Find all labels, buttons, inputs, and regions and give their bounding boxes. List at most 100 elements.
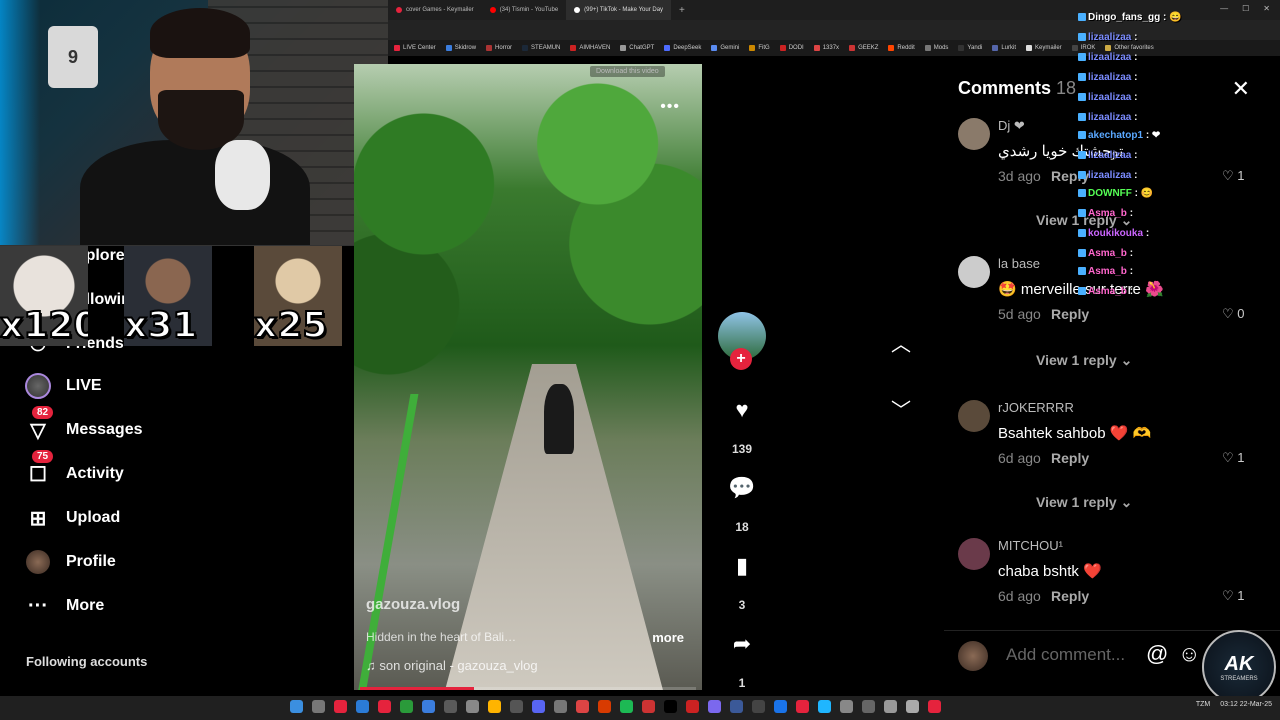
- bookmark-item[interactable]: DeepSeek: [664, 45, 701, 51]
- taskbar-app-icon[interactable]: [906, 700, 919, 713]
- bookmark-item[interactable]: GEEKZ: [849, 45, 878, 51]
- video-sound[interactable]: ♫ son original - gazouza_vlog: [366, 658, 538, 673]
- tray-clock[interactable]: 03:12 22-Mar-25: [1220, 701, 1272, 708]
- comment-reply-button[interactable]: Reply: [1051, 306, 1089, 322]
- bookmark-item[interactable]: AIMHAVEN: [570, 45, 610, 51]
- taskbar-app-icon[interactable]: [444, 700, 457, 713]
- bookmark-item[interactable]: 1337x: [813, 45, 839, 51]
- taskbar-app-icon[interactable]: [312, 700, 325, 713]
- maximize-icon[interactable]: ☐: [1242, 4, 1249, 13]
- browser-tab-active[interactable]: (99+) TikTok - Make Your Day: [566, 0, 672, 20]
- comment-author[interactable]: rJOKERRRR: [998, 400, 1074, 415]
- caption-more-button[interactable]: more: [652, 630, 684, 645]
- taskbar-app-icon[interactable]: [840, 700, 853, 713]
- taskbar-app-icon[interactable]: [466, 700, 479, 713]
- comment-reply-button[interactable]: Reply: [1051, 588, 1089, 604]
- bookmark-item[interactable]: LIVE Center: [394, 45, 436, 51]
- video-options-icon[interactable]: •••: [660, 98, 680, 116]
- comment-author[interactable]: MITCHOU¹: [998, 538, 1063, 553]
- taskbar-app-icon[interactable]: [510, 700, 523, 713]
- bookmark-item[interactable]: Lurkit: [992, 45, 1016, 51]
- taskbar-app-icon[interactable]: [818, 700, 831, 713]
- taskbar-app-icon[interactable]: [576, 700, 589, 713]
- bookmark-item[interactable]: Reddit: [888, 45, 915, 51]
- video-player[interactable]: Download this video ••• gazouza.vlog Hid…: [354, 64, 702, 690]
- bookmark-item[interactable]: Horror: [486, 45, 512, 51]
- view-replies-button[interactable]: View 1 reply ⌄: [1036, 352, 1132, 369]
- video-progress-fill: [360, 687, 475, 690]
- taskbar-app-icon[interactable]: [554, 700, 567, 713]
- taskbar-app-icon[interactable]: [884, 700, 897, 713]
- nav-profile[interactable]: Profile: [24, 548, 116, 576]
- bookmark-item[interactable]: ChatGPT: [620, 45, 654, 51]
- chat-text: :: [1134, 170, 1138, 181]
- share-icon[interactable]: ➦: [728, 630, 756, 658]
- comment-author[interactable]: la base: [998, 256, 1040, 271]
- taskbar-app-icon[interactable]: [598, 700, 611, 713]
- comment-avatar[interactable]: [958, 118, 990, 150]
- minimize-icon[interactable]: —: [1220, 4, 1228, 13]
- taskbar-app-icon[interactable]: [290, 700, 303, 713]
- taskbar-app-icon[interactable]: [334, 700, 347, 713]
- taskbar-app-icon[interactable]: [752, 700, 765, 713]
- taskbar-app-icon[interactable]: [532, 700, 545, 713]
- download-video-badge[interactable]: Download this video: [590, 66, 665, 77]
- bookmark-icon[interactable]: ▮: [728, 552, 756, 580]
- comment-like-button[interactable]: ♡ 1: [1222, 450, 1245, 466]
- bookmark-item[interactable]: Gemini: [711, 45, 739, 51]
- taskbar-app-icon[interactable]: [796, 700, 809, 713]
- tray-language[interactable]: TZM: [1196, 701, 1210, 708]
- nav-upload[interactable]: ⊞ Upload: [24, 504, 121, 532]
- next-video-icon[interactable]: ﹀: [886, 396, 916, 422]
- close-window-icon[interactable]: ✕: [1263, 4, 1270, 13]
- taskbar-app-icon[interactable]: [664, 700, 677, 713]
- taskbar-app-icon[interactable]: [400, 700, 413, 713]
- close-comments-icon[interactable]: ✕: [1232, 76, 1250, 102]
- nav-more[interactable]: ··· More: [24, 592, 104, 620]
- comment-author[interactable]: Dj ❤: [998, 118, 1025, 134]
- bookmark-item[interactable]: Mods: [924, 45, 948, 51]
- new-tab-button[interactable]: +: [671, 5, 693, 16]
- comment-reply-button[interactable]: Reply: [1051, 450, 1089, 466]
- follow-plus-icon[interactable]: +: [730, 348, 752, 370]
- video-username[interactable]: gazouza.vlog: [366, 596, 460, 613]
- comment-avatar[interactable]: [958, 400, 990, 432]
- previous-video-icon[interactable]: ︿: [886, 330, 916, 356]
- comment-like-button[interactable]: ♡ 1: [1222, 588, 1245, 604]
- bookmark-item[interactable]: FitG: [749, 45, 770, 51]
- taskbar-app-icon[interactable]: [730, 700, 743, 713]
- taskbar-app-icon[interactable]: [862, 700, 875, 713]
- bookmark-item[interactable]: Skidrow: [445, 45, 476, 51]
- browser-tab[interactable]: cover Games - Keymailer: [388, 0, 482, 20]
- chat-message: DOWNFF : 😊: [1078, 188, 1153, 199]
- comment-avatar[interactable]: [958, 538, 990, 570]
- heart-icon[interactable]: ♥: [728, 396, 756, 424]
- view-replies-button[interactable]: View 1 reply ⌄: [1036, 494, 1132, 511]
- taskbar-app-icon[interactable]: [928, 700, 941, 713]
- taskbar-app-icon[interactable]: [708, 700, 721, 713]
- comment-avatar[interactable]: [958, 256, 990, 288]
- comment-icon[interactable]: 💬: [728, 474, 756, 502]
- taskbar-app-icon[interactable]: [422, 700, 435, 713]
- taskbar-app-icon[interactable]: [774, 700, 787, 713]
- nav-live[interactable]: LIVE: [24, 372, 102, 400]
- emoji-icon[interactable]: ☺: [1178, 641, 1200, 667]
- comment-like-button[interactable]: ♡ 0: [1222, 306, 1245, 322]
- taskbar-app-icon[interactable]: [620, 700, 633, 713]
- mention-icon[interactable]: @: [1146, 641, 1168, 667]
- bookmark-item[interactable]: DODI: [779, 45, 804, 51]
- bookmark-item[interactable]: Keymailer: [1026, 45, 1062, 51]
- add-comment-input[interactable]: Add comment...: [1006, 645, 1125, 665]
- nav-activity[interactable]: ☐ 75 Activity: [24, 450, 124, 488]
- taskbar-app-icon[interactable]: [378, 700, 391, 713]
- bookmark-item[interactable]: STEAMUN: [522, 45, 560, 51]
- bookmark-item[interactable]: Yandi: [958, 45, 982, 51]
- taskbar-app-icon[interactable]: [488, 700, 501, 713]
- taskbar-app-icon[interactable]: [642, 700, 655, 713]
- taskbar-app-icon[interactable]: [686, 700, 699, 713]
- video-progress-bar[interactable]: [360, 687, 696, 690]
- browser-tab[interactable]: (34) Tismin - YouTube: [482, 0, 566, 20]
- comment-like-button[interactable]: ♡ 1: [1222, 168, 1245, 184]
- nav-messages[interactable]: ▽ 82 Messages: [24, 406, 143, 444]
- taskbar-app-icon[interactable]: [356, 700, 369, 713]
